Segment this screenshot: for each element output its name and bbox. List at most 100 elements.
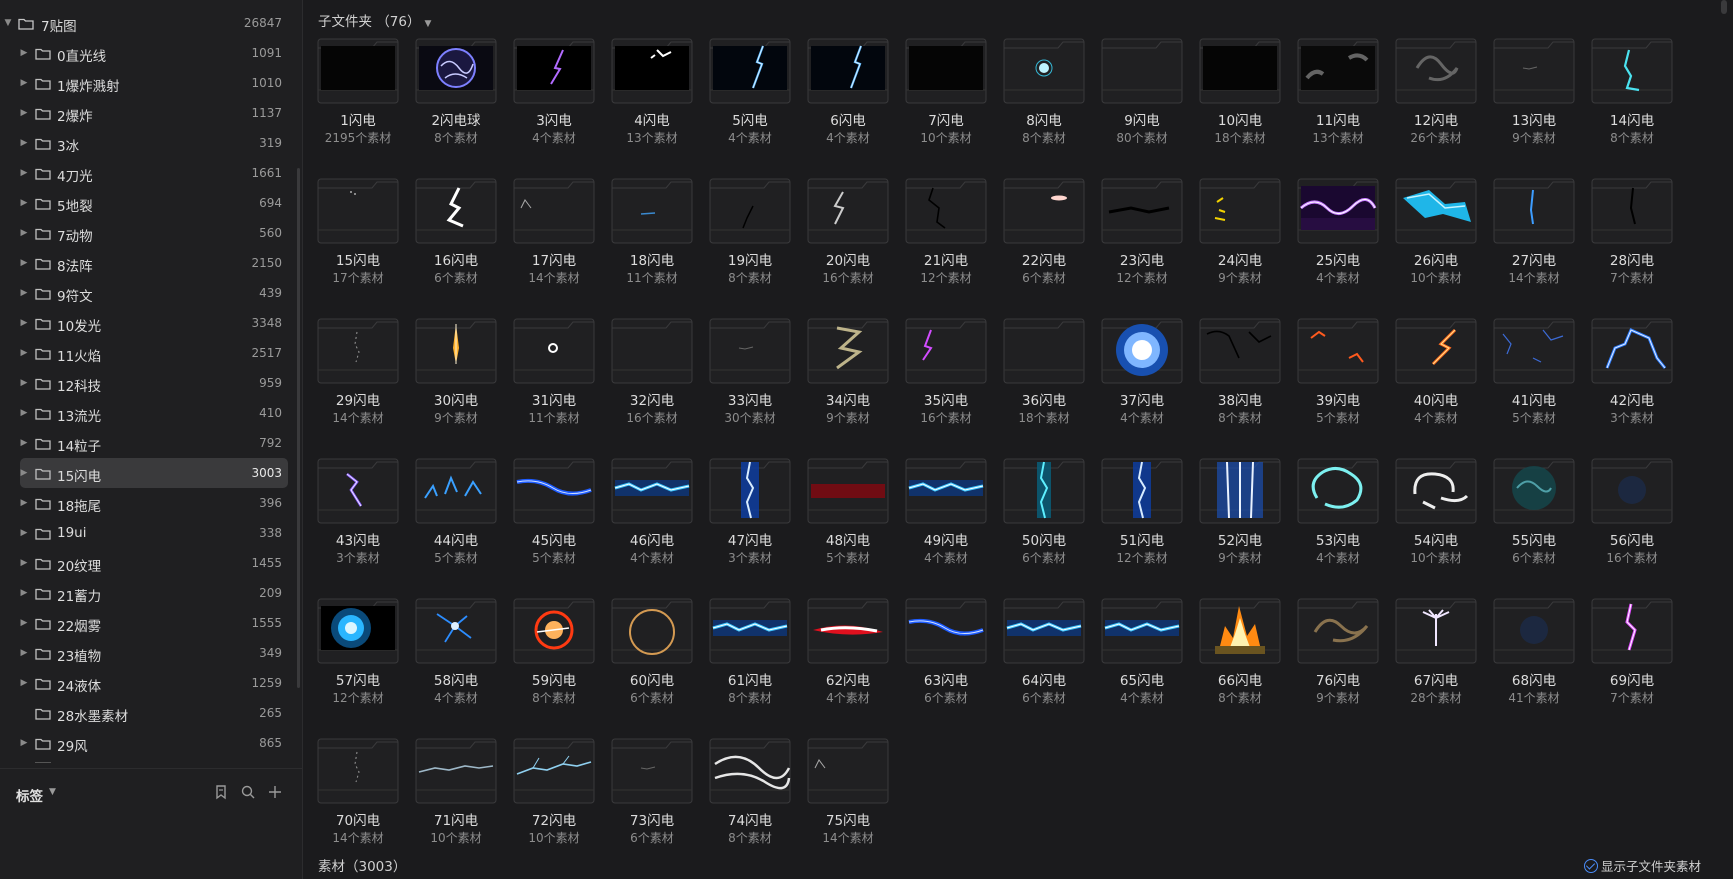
subfolder-card[interactable]: 64闪电 6个素材 [1003,598,1085,718]
folder-thumbnail-icon[interactable] [415,738,497,804]
subfolder-card[interactable]: 66闪电 8个素材 [1199,598,1281,718]
folder-thumbnail-icon[interactable] [611,598,693,664]
caret-right-icon[interactable]: ▶ [19,48,29,58]
subfolder-card[interactable]: 40闪电 4个素材 [1395,318,1477,438]
tree-folder-item[interactable]: ▶ 29风 865 [0,728,296,758]
folder-thumbnail-icon[interactable] [1297,38,1379,104]
folder-thumbnail-icon[interactable] [807,598,889,664]
folder-thumbnail-icon[interactable] [1591,598,1673,664]
tree-folder-item[interactable]: ▶ 2爆炸 1137 [0,98,296,128]
folder-thumbnail-icon[interactable] [513,458,595,524]
folder-thumbnail-icon[interactable] [611,738,693,804]
tree-folder-item[interactable]: ▶ 7动物 560 [0,218,296,248]
folder-thumbnail-icon[interactable] [317,38,399,104]
tree-folder-item[interactable]: ▶ 12科技 959 [0,368,296,398]
caret-down-icon[interactable]: ▼ [3,18,13,28]
subfolder-card[interactable]: 61闪电 8个素材 [709,598,791,718]
tree-folder-item[interactable]: ▶ 22烟雾 1555 [0,608,296,638]
subfolder-card[interactable]: 46闪电 4个素材 [611,458,693,578]
folder-thumbnail-icon[interactable] [415,458,497,524]
caret-right-icon[interactable]: ▶ [19,738,29,748]
caret-right-icon[interactable]: ▶ [19,168,29,178]
folder-thumbnail-icon[interactable] [1101,38,1183,104]
folder-thumbnail-icon[interactable] [709,318,791,384]
subfolder-card[interactable]: 2闪电球 8个素材 [415,38,497,158]
caret-right-icon[interactable]: ▶ [19,198,29,208]
folder-thumbnail-icon[interactable] [709,458,791,524]
subfolder-card[interactable]: 60闪电 6个素材 [611,598,693,718]
folder-thumbnail-icon[interactable] [611,458,693,524]
subfolder-card[interactable]: 16闪电 6个素材 [415,178,497,298]
subfolder-card[interactable]: 59闪电 8个素材 [513,598,595,718]
subfolder-card[interactable]: 32闪电 16个素材 [611,318,693,438]
subfolder-card[interactable]: 34闪电 9个素材 [807,318,889,438]
subfolder-card[interactable]: 18闪电 11个素材 [611,178,693,298]
folder-thumbnail-icon[interactable] [1493,458,1575,524]
subfolder-card[interactable]: 75闪电 14个素材 [807,738,889,858]
subfolder-card[interactable]: 62闪电 4个素材 [807,598,889,718]
subfolder-card[interactable]: 35闪电 16个素材 [905,318,987,438]
sidebar-scrollbar[interactable] [297,168,300,688]
subfolder-card[interactable]: 33闪电 30个素材 [709,318,791,438]
folder-thumbnail-icon[interactable] [415,38,497,104]
folder-thumbnail-icon[interactable] [807,178,889,244]
folder-thumbnail-icon[interactable] [513,38,595,104]
caret-right-icon[interactable]: ▶ [19,468,29,478]
tags-label[interactable]: 标签 [16,785,43,805]
plus-icon[interactable] [266,783,284,801]
subfolder-card[interactable]: 53闪电 4个素材 [1297,458,1379,578]
subfolder-card[interactable]: 27闪电 14个素材 [1493,178,1575,298]
caret-right-icon[interactable]: ▶ [19,528,29,538]
folder-thumbnail-icon[interactable] [1591,38,1673,104]
tree-folder-item[interactable]: ▶ 23植物 349 [0,638,296,668]
subfolder-card[interactable]: 38闪电 8个素材 [1199,318,1281,438]
folder-thumbnail-icon[interactable] [513,178,595,244]
caret-right-icon[interactable]: ▶ [19,678,29,688]
folder-thumbnail-icon[interactable] [1591,178,1673,244]
subfolder-card[interactable]: 72闪电 10个素材 [513,738,595,858]
folder-thumbnail-icon[interactable] [1003,598,1085,664]
folder-thumbnail-icon[interactable] [415,318,497,384]
caret-right-icon[interactable]: ▶ [19,108,29,118]
folder-thumbnail-icon[interactable] [611,318,693,384]
search-icon[interactable] [239,783,257,801]
folder-thumbnail-icon[interactable] [905,458,987,524]
subfolder-card[interactable]: 1闪电 2195个素材 [317,38,399,158]
folder-thumbnail-icon[interactable] [317,178,399,244]
subfolder-card[interactable]: 6闪电 4个素材 [807,38,889,158]
subfolder-card[interactable]: 24闪电 9个素材 [1199,178,1281,298]
tree-folder-item[interactable]: ▶ 3冰 319 [0,128,296,158]
subfolder-card[interactable]: 20闪电 16个素材 [807,178,889,298]
subfolder-card[interactable]: 8闪电 8个素材 [1003,38,1085,158]
caret-right-icon[interactable]: ▶ [19,408,29,418]
subfolder-card[interactable]: 55闪电 6个素材 [1493,458,1575,578]
subfolder-card[interactable]: 73闪电 6个素材 [611,738,693,858]
subfolder-card[interactable]: 56闪电 16个素材 [1591,458,1673,578]
folder-thumbnail-icon[interactable] [513,738,595,804]
subfolder-card[interactable]: 11闪电 13个素材 [1297,38,1379,158]
tree-folder-item[interactable]: ▶ 1爆炸溅射 1010 [0,68,296,98]
folder-thumbnail-icon[interactable] [1297,598,1379,664]
subfolder-card[interactable]: 5闪电 4个素材 [709,38,791,158]
subfolder-card[interactable]: 22闪电 6个素材 [1003,178,1085,298]
folder-thumbnail-icon[interactable] [1493,178,1575,244]
check-circle-icon[interactable] [1583,858,1598,873]
folder-thumbnail-icon[interactable] [1199,458,1281,524]
caret-right-icon[interactable]: ▶ [19,138,29,148]
subfolder-card[interactable]: 26闪电 10个素材 [1395,178,1477,298]
folder-thumbnail-icon[interactable] [1591,458,1673,524]
folder-thumbnail-icon[interactable] [317,318,399,384]
subfolder-card[interactable]: 57闪电 12个素材 [317,598,399,718]
subfolder-card[interactable]: 65闪电 4个素材 [1101,598,1183,718]
caret-right-icon[interactable]: ▶ [19,438,29,448]
tree-folder-item[interactable]: ▶ 21蓄力 209 [0,578,296,608]
bookmark-icon[interactable] [212,783,230,801]
tree-folder-item[interactable]: ▶ 4刀光 1661 [0,158,296,188]
caret-right-icon[interactable]: ▶ [19,318,29,328]
folder-thumbnail-icon[interactable] [1395,318,1477,384]
subfolder-card[interactable]: 9闪电 80个素材 [1101,38,1183,158]
folder-thumbnail-icon[interactable] [513,598,595,664]
subfolder-card[interactable]: 19闪电 8个素材 [709,178,791,298]
subfolder-card[interactable]: 39闪电 5个素材 [1297,318,1379,438]
show-subfolder-assets-toggle[interactable]: 显示子文件夹素材 [1583,856,1701,875]
